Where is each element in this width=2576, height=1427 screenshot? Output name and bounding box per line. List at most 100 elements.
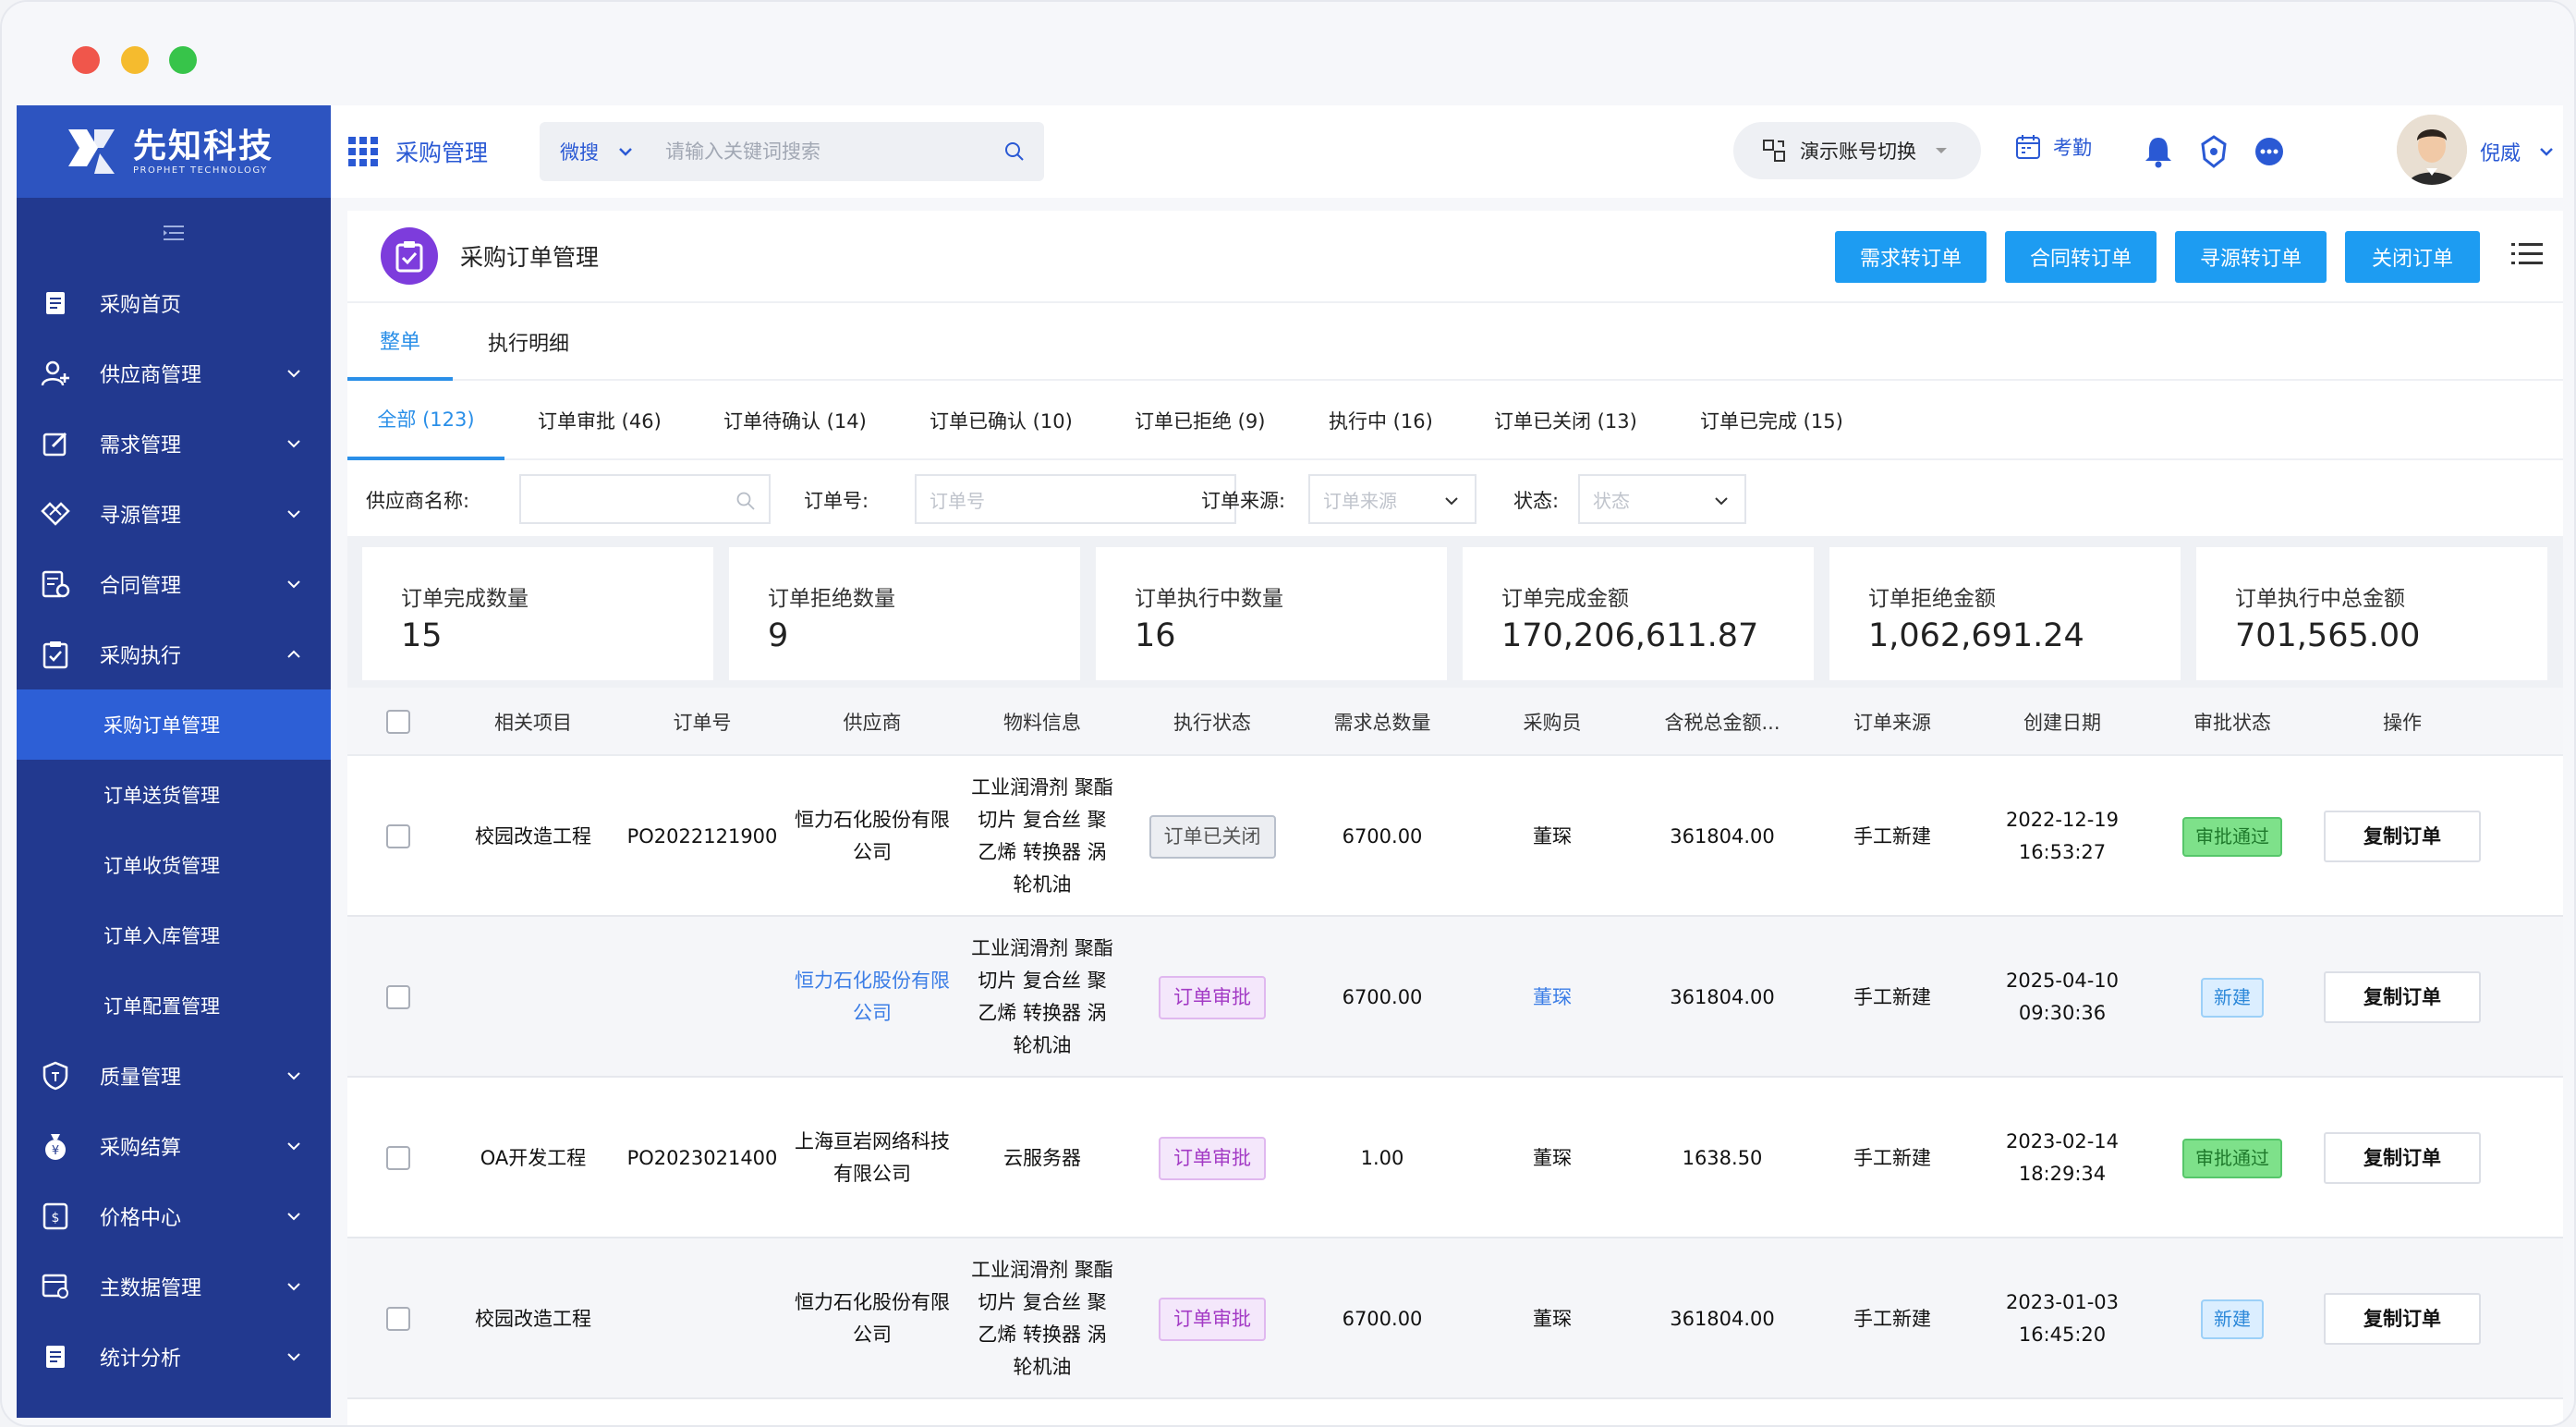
sidebar-item-label: 需求管理 bbox=[100, 434, 182, 457]
tab-execution-detail[interactable]: 执行明细 bbox=[488, 303, 569, 381]
status-filter-select[interactable]: 状态 bbox=[1578, 474, 1746, 524]
tab-status-closed[interactable]: 订单已关闭 (13) bbox=[1494, 381, 1637, 460]
demand-to-order-button[interactable]: 需求转订单 bbox=[1835, 231, 1987, 283]
cell-text: 校园改造工程 bbox=[475, 1307, 591, 1330]
stat-value: 16 bbox=[1135, 617, 1176, 654]
chevron-down-icon[interactable] bbox=[617, 143, 634, 160]
cell-order-no bbox=[617, 917, 787, 1078]
sidebar-subitem-receipt[interactable]: 订单收货管理 bbox=[17, 830, 331, 900]
chevron-down-icon[interactable] bbox=[2537, 142, 2556, 161]
cell-text: 上海亘岩网络科技有限公司 bbox=[795, 1130, 950, 1185]
tab-status-executing[interactable]: 执行中 (16) bbox=[1329, 381, 1433, 460]
sourcing-to-order-button[interactable]: 寻源转订单 bbox=[2175, 231, 2327, 283]
sidebar-subitem-purchase-order[interactable]: 采购订单管理 bbox=[17, 689, 331, 760]
tab-status-confirmed[interactable]: 订单已确认 (10) bbox=[930, 381, 1073, 460]
column-header[interactable]: 需求总数量 bbox=[1297, 688, 1467, 756]
search-scope-select[interactable]: 微搜 bbox=[560, 138, 599, 165]
tab-status-rejected[interactable]: 订单已拒绝 (9) bbox=[1135, 381, 1265, 460]
supplier-filter-input[interactable] bbox=[519, 474, 771, 524]
sidebar-collapse-button[interactable] bbox=[17, 198, 331, 268]
column-header[interactable]: 订单来源 bbox=[1807, 688, 1977, 756]
window-minimize-button[interactable] bbox=[121, 46, 149, 74]
column-header[interactable]: 审批状态 bbox=[2147, 688, 2317, 756]
window-close-button[interactable] bbox=[72, 46, 100, 74]
sidebar-item-masterdata[interactable]: 主数据管理 bbox=[17, 1251, 331, 1322]
column-header[interactable]: 采购员 bbox=[1467, 688, 1637, 756]
column-header[interactable]: 相关项目 bbox=[449, 688, 617, 756]
list-menu-icon[interactable] bbox=[2511, 238, 2543, 270]
row-checkbox[interactable] bbox=[386, 1146, 410, 1170]
cell-order-no: PO2023021400 bbox=[617, 1078, 787, 1238]
table-row[interactable]: 校园改造工程 恒力石化股份有限公司 工业润滑剂 聚酯切片 复合丝 聚乙烯 转换器 涡… bbox=[347, 1238, 2563, 1399]
created-time: 18:29:34 bbox=[2018, 1163, 2107, 1185]
tab-status-pending[interactable]: 订单待确认 (14) bbox=[723, 381, 867, 460]
search-icon[interactable] bbox=[1003, 140, 1026, 163]
column-header[interactable]: 操作 bbox=[2317, 688, 2487, 756]
sidebar-item-settlement[interactable]: ¥ 采购结算 bbox=[17, 1111, 331, 1181]
order-no-filter-input[interactable]: 订单号 bbox=[915, 474, 1236, 524]
account-switch-label: 演示账号切换 bbox=[1800, 140, 1916, 163]
tab-status-completed[interactable]: 订单已完成 (15) bbox=[1700, 381, 1843, 460]
cell-order-no: PO2022121900 bbox=[617, 756, 787, 917]
apps-grid-icon[interactable] bbox=[347, 136, 379, 167]
sidebar-subitem-delivery[interactable]: 订单送货管理 bbox=[17, 760, 331, 830]
cell-text: 1638.50 bbox=[1682, 1146, 1763, 1169]
copy-order-button[interactable]: 复制订单 bbox=[2324, 1293, 2481, 1345]
chevron-down-icon bbox=[287, 1353, 300, 1361]
sidebar-item-price[interactable]: $ 价格中心 bbox=[17, 1181, 331, 1251]
sidebar-item-analytics[interactable]: 统计分析 bbox=[17, 1322, 331, 1392]
attendance-button[interactable]: 考勤 bbox=[2014, 133, 2092, 161]
select-all-checkbox[interactable] bbox=[386, 710, 410, 734]
module-title[interactable]: 采购管理 bbox=[395, 135, 488, 168]
column-header[interactable]: 供应商 bbox=[787, 688, 957, 756]
sidebar-item-supplier[interactable]: 供应商管理 bbox=[17, 338, 331, 409]
sidebar-subitem-config[interactable]: 订单配置管理 bbox=[17, 970, 331, 1041]
sidebar-item-quality[interactable]: 质量管理 bbox=[17, 1041, 331, 1111]
source-filter-select[interactable]: 订单来源 bbox=[1308, 474, 1476, 524]
cell-project: 校园改造工程 bbox=[449, 756, 617, 917]
chevron-down-icon bbox=[287, 1283, 300, 1291]
sidebar-item-contract[interactable]: 合同管理 bbox=[17, 549, 331, 619]
window-maximize-button[interactable] bbox=[169, 46, 197, 74]
sidebar-item-execution[interactable]: 采购执行 bbox=[17, 619, 331, 689]
sidebar-item-sourcing[interactable]: 寻源管理 bbox=[17, 479, 331, 549]
stats-panel: 订单完成数量 15 订单拒绝数量 9 订单执行中数量 16 订单完成金额 170… bbox=[347, 536, 2563, 688]
username[interactable]: 倪威 bbox=[2480, 137, 2521, 166]
column-header[interactable]: 执行状态 bbox=[1127, 688, 1297, 756]
column-header[interactable]: 含税总金额... bbox=[1637, 688, 1807, 756]
close-order-button[interactable]: 关闭订单 bbox=[2345, 231, 2480, 283]
sidebar-item-label: 质量管理 bbox=[100, 1067, 182, 1090]
copy-order-button[interactable]: 复制订单 bbox=[2324, 971, 2481, 1023]
copy-order-button[interactable]: 复制订单 bbox=[2324, 1132, 2481, 1184]
cell-text[interactable]: 恒力石化股份有限公司 bbox=[794, 965, 951, 1030]
chevron-down-icon bbox=[1445, 497, 1458, 506]
column-header[interactable]: 物料信息 bbox=[957, 688, 1127, 756]
more-icon[interactable] bbox=[2251, 133, 2288, 170]
contract-to-order-button[interactable]: 合同转订单 bbox=[2005, 231, 2157, 283]
table-row[interactable]: 校园改造工程 PO2022121900 恒力石化股份有限公司 工业润滑剂 聚酯切片 复… bbox=[347, 756, 2563, 917]
shield-badge-icon[interactable] bbox=[2195, 133, 2232, 170]
sidebar-subitem-warehousing[interactable]: 订单入库管理 bbox=[17, 900, 331, 970]
sidebar-item-home[interactable]: 采购首页 bbox=[17, 268, 331, 338]
copy-order-button[interactable]: 复制订单 bbox=[2324, 811, 2481, 862]
tab-whole-order[interactable]: 整单 bbox=[347, 303, 453, 381]
chevron-down-icon bbox=[287, 1072, 300, 1080]
avatar-image bbox=[2397, 115, 2467, 185]
account-switch-button[interactable]: 演示账号切换 bbox=[1733, 122, 1981, 179]
row-checkbox[interactable] bbox=[386, 824, 410, 848]
sidebar-item-demand[interactable]: 需求管理 bbox=[17, 409, 331, 479]
column-header[interactable]: 创建日期 bbox=[1977, 688, 2147, 756]
bell-icon[interactable] bbox=[2140, 133, 2177, 170]
column-header[interactable]: 订单号 bbox=[617, 688, 787, 756]
row-checkbox[interactable] bbox=[386, 985, 410, 1009]
cell-text[interactable]: 董琛 bbox=[1533, 982, 1572, 1014]
avatar[interactable] bbox=[2397, 115, 2467, 185]
row-checkbox[interactable] bbox=[386, 1307, 410, 1331]
brand-logo[interactable]: 先知科技 PROPHET TECHNOLOGY bbox=[17, 105, 331, 198]
table-row[interactable]: 恒力石化股份有限公司 工业润滑剂 聚酯切片 复合丝 聚乙烯 转换器 涡轮机油 订单审… bbox=[347, 917, 2563, 1078]
search-input[interactable] bbox=[665, 140, 970, 163]
sidebar-item-label: 统计分析 bbox=[100, 1348, 182, 1371]
tab-status-all[interactable]: 全部 (123) bbox=[347, 381, 504, 460]
table-row[interactable]: OA开发工程 PO2023021400 上海亘岩网络科技有限公司 云服务器 订单审批 1.… bbox=[347, 1078, 2563, 1238]
tab-status-approval[interactable]: 订单审批 (46) bbox=[538, 381, 662, 460]
